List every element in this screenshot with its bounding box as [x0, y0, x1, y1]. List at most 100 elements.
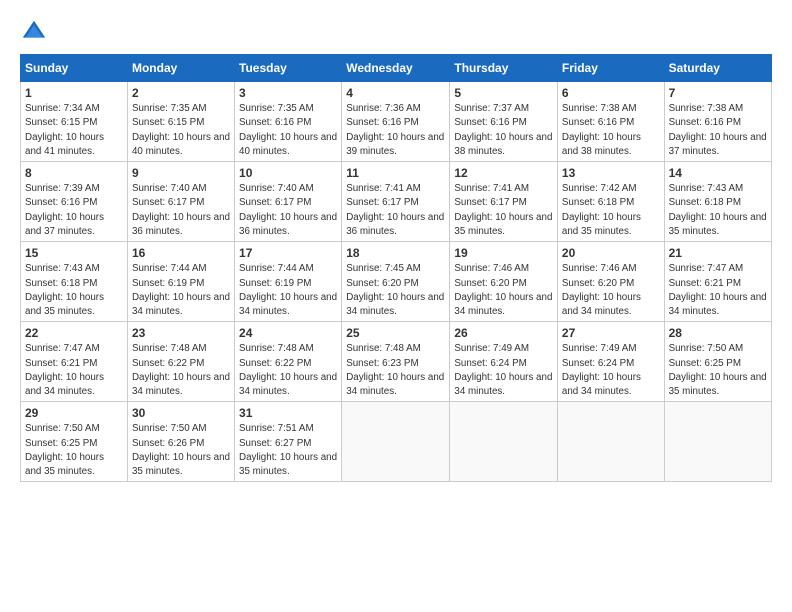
calendar-cell: 27 Sunrise: 7:49 AMSunset: 6:24 PMDaylig… — [557, 322, 664, 402]
calendar-cell — [664, 402, 771, 482]
day-number: 11 — [346, 165, 445, 181]
calendar-header-friday: Friday — [557, 55, 664, 82]
calendar-cell: 3 Sunrise: 7:35 AMSunset: 6:16 PMDayligh… — [235, 82, 342, 162]
day-info: Sunrise: 7:43 AMSunset: 6:18 PMDaylight:… — [25, 263, 104, 317]
day-info: Sunrise: 7:47 AMSunset: 6:21 PMDaylight:… — [25, 343, 104, 397]
calendar-cell: 20 Sunrise: 7:46 AMSunset: 6:20 PMDaylig… — [557, 242, 664, 322]
day-number: 20 — [562, 245, 660, 261]
calendar-cell: 22 Sunrise: 7:47 AMSunset: 6:21 PMDaylig… — [21, 322, 128, 402]
calendar-header-saturday: Saturday — [664, 55, 771, 82]
calendar-cell: 9 Sunrise: 7:40 AMSunset: 6:17 PMDayligh… — [127, 162, 234, 242]
calendar-cell: 14 Sunrise: 7:43 AMSunset: 6:18 PMDaylig… — [664, 162, 771, 242]
calendar-cell: 6 Sunrise: 7:38 AMSunset: 6:16 PMDayligh… — [557, 82, 664, 162]
day-number: 19 — [454, 245, 553, 261]
day-number: 5 — [454, 85, 553, 101]
day-info: Sunrise: 7:40 AMSunset: 6:17 PMDaylight:… — [239, 183, 337, 237]
day-info: Sunrise: 7:45 AMSunset: 6:20 PMDaylight:… — [346, 263, 444, 317]
calendar-cell: 1 Sunrise: 7:34 AMSunset: 6:15 PMDayligh… — [21, 82, 128, 162]
calendar-week-2: 8 Sunrise: 7:39 AMSunset: 6:16 PMDayligh… — [21, 162, 772, 242]
calendar-cell: 17 Sunrise: 7:44 AMSunset: 6:19 PMDaylig… — [235, 242, 342, 322]
calendar-cell: 30 Sunrise: 7:50 AMSunset: 6:26 PMDaylig… — [127, 402, 234, 482]
calendar-cell: 26 Sunrise: 7:49 AMSunset: 6:24 PMDaylig… — [450, 322, 558, 402]
calendar-cell: 4 Sunrise: 7:36 AMSunset: 6:16 PMDayligh… — [342, 82, 450, 162]
calendar-cell: 8 Sunrise: 7:39 AMSunset: 6:16 PMDayligh… — [21, 162, 128, 242]
calendar-header-row: SundayMondayTuesdayWednesdayThursdayFrid… — [21, 55, 772, 82]
day-info: Sunrise: 7:50 AMSunset: 6:25 PMDaylight:… — [25, 423, 104, 477]
logo-icon — [20, 18, 48, 46]
day-number: 3 — [239, 85, 337, 101]
day-number: 8 — [25, 165, 123, 181]
day-number: 13 — [562, 165, 660, 181]
calendar-cell — [450, 402, 558, 482]
day-info: Sunrise: 7:49 AMSunset: 6:24 PMDaylight:… — [454, 343, 552, 397]
calendar-header-monday: Monday — [127, 55, 234, 82]
day-info: Sunrise: 7:38 AMSunset: 6:16 PMDaylight:… — [562, 103, 641, 157]
calendar-cell: 24 Sunrise: 7:48 AMSunset: 6:22 PMDaylig… — [235, 322, 342, 402]
calendar-cell: 28 Sunrise: 7:50 AMSunset: 6:25 PMDaylig… — [664, 322, 771, 402]
day-number: 24 — [239, 325, 337, 341]
header — [20, 18, 772, 46]
calendar-cell: 31 Sunrise: 7:51 AMSunset: 6:27 PMDaylig… — [235, 402, 342, 482]
day-number: 15 — [25, 245, 123, 261]
calendar-week-3: 15 Sunrise: 7:43 AMSunset: 6:18 PMDaylig… — [21, 242, 772, 322]
calendar-week-4: 22 Sunrise: 7:47 AMSunset: 6:21 PMDaylig… — [21, 322, 772, 402]
day-number: 10 — [239, 165, 337, 181]
day-info: Sunrise: 7:41 AMSunset: 6:17 PMDaylight:… — [346, 183, 444, 237]
day-info: Sunrise: 7:44 AMSunset: 6:19 PMDaylight:… — [239, 263, 337, 317]
logo — [20, 18, 52, 46]
calendar-header-tuesday: Tuesday — [235, 55, 342, 82]
calendar-cell: 7 Sunrise: 7:38 AMSunset: 6:16 PMDayligh… — [664, 82, 771, 162]
day-number: 9 — [132, 165, 230, 181]
calendar-cell: 11 Sunrise: 7:41 AMSunset: 6:17 PMDaylig… — [342, 162, 450, 242]
day-info: Sunrise: 7:51 AMSunset: 6:27 PMDaylight:… — [239, 423, 337, 477]
day-info: Sunrise: 7:42 AMSunset: 6:18 PMDaylight:… — [562, 183, 641, 237]
day-info: Sunrise: 7:43 AMSunset: 6:18 PMDaylight:… — [669, 183, 767, 237]
day-info: Sunrise: 7:35 AMSunset: 6:15 PMDaylight:… — [132, 103, 230, 157]
day-number: 26 — [454, 325, 553, 341]
calendar-cell: 12 Sunrise: 7:41 AMSunset: 6:17 PMDaylig… — [450, 162, 558, 242]
day-number: 29 — [25, 405, 123, 421]
calendar-cell: 23 Sunrise: 7:48 AMSunset: 6:22 PMDaylig… — [127, 322, 234, 402]
day-number: 16 — [132, 245, 230, 261]
day-info: Sunrise: 7:50 AMSunset: 6:25 PMDaylight:… — [669, 343, 767, 397]
day-number: 27 — [562, 325, 660, 341]
day-number: 2 — [132, 85, 230, 101]
day-info: Sunrise: 7:48 AMSunset: 6:22 PMDaylight:… — [132, 343, 230, 397]
day-info: Sunrise: 7:44 AMSunset: 6:19 PMDaylight:… — [132, 263, 230, 317]
day-number: 7 — [669, 85, 767, 101]
calendar-header-sunday: Sunday — [21, 55, 128, 82]
day-number: 1 — [25, 85, 123, 101]
calendar-header-wednesday: Wednesday — [342, 55, 450, 82]
calendar-cell — [342, 402, 450, 482]
day-number: 17 — [239, 245, 337, 261]
day-number: 6 — [562, 85, 660, 101]
day-info: Sunrise: 7:38 AMSunset: 6:16 PMDaylight:… — [669, 103, 767, 157]
day-info: Sunrise: 7:47 AMSunset: 6:21 PMDaylight:… — [669, 263, 767, 317]
calendar-table: SundayMondayTuesdayWednesdayThursdayFrid… — [20, 54, 772, 482]
calendar-week-5: 29 Sunrise: 7:50 AMSunset: 6:25 PMDaylig… — [21, 402, 772, 482]
calendar-cell: 13 Sunrise: 7:42 AMSunset: 6:18 PMDaylig… — [557, 162, 664, 242]
day-info: Sunrise: 7:46 AMSunset: 6:20 PMDaylight:… — [454, 263, 552, 317]
calendar-cell: 5 Sunrise: 7:37 AMSunset: 6:16 PMDayligh… — [450, 82, 558, 162]
calendar-cell — [557, 402, 664, 482]
day-number: 12 — [454, 165, 553, 181]
day-number: 22 — [25, 325, 123, 341]
calendar-cell: 15 Sunrise: 7:43 AMSunset: 6:18 PMDaylig… — [21, 242, 128, 322]
calendar-cell: 18 Sunrise: 7:45 AMSunset: 6:20 PMDaylig… — [342, 242, 450, 322]
day-info: Sunrise: 7:40 AMSunset: 6:17 PMDaylight:… — [132, 183, 230, 237]
day-info: Sunrise: 7:34 AMSunset: 6:15 PMDaylight:… — [25, 103, 104, 157]
day-number: 31 — [239, 405, 337, 421]
calendar-header-thursday: Thursday — [450, 55, 558, 82]
day-info: Sunrise: 7:41 AMSunset: 6:17 PMDaylight:… — [454, 183, 552, 237]
day-number: 30 — [132, 405, 230, 421]
day-info: Sunrise: 7:50 AMSunset: 6:26 PMDaylight:… — [132, 423, 230, 477]
day-info: Sunrise: 7:49 AMSunset: 6:24 PMDaylight:… — [562, 343, 641, 397]
calendar-cell: 19 Sunrise: 7:46 AMSunset: 6:20 PMDaylig… — [450, 242, 558, 322]
calendar-cell: 29 Sunrise: 7:50 AMSunset: 6:25 PMDaylig… — [21, 402, 128, 482]
calendar-cell: 16 Sunrise: 7:44 AMSunset: 6:19 PMDaylig… — [127, 242, 234, 322]
day-info: Sunrise: 7:48 AMSunset: 6:23 PMDaylight:… — [346, 343, 444, 397]
day-info: Sunrise: 7:46 AMSunset: 6:20 PMDaylight:… — [562, 263, 641, 317]
calendar-cell: 25 Sunrise: 7:48 AMSunset: 6:23 PMDaylig… — [342, 322, 450, 402]
day-number: 21 — [669, 245, 767, 261]
day-number: 4 — [346, 85, 445, 101]
